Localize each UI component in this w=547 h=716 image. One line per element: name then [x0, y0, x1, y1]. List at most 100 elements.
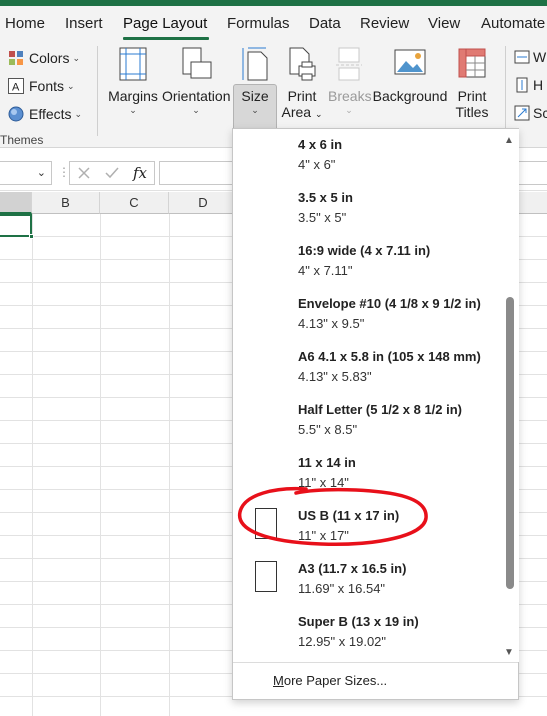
paper-size-dims: 5.5" x 8.5" [298, 422, 358, 437]
column-header-b[interactable]: B [32, 192, 100, 214]
orientation-button[interactable]: Orientation ⌄ [162, 46, 230, 116]
print-area-icon [289, 47, 316, 81]
margins-icon [119, 47, 147, 81]
menu-separator [233, 662, 518, 663]
themes-group-label: Themes [0, 133, 44, 147]
tab-review[interactable]: Review [360, 15, 409, 32]
page-breaks-icon [336, 47, 362, 81]
tab-data[interactable]: Data [309, 15, 341, 32]
scroll-up-arrow-icon[interactable]: ▲ [504, 135, 514, 146]
print-titles-label-1: Print [457, 88, 487, 104]
insert-function-button[interactable]: fx [133, 164, 147, 182]
more-paper-sizes-item[interactable]: More Paper Sizes... [273, 673, 387, 688]
column-header-c[interactable]: C [100, 192, 169, 214]
tab-insert[interactable]: Insert [65, 15, 103, 32]
paper-size-item[interactable]: Half Letter (5 1/2 x 8 1/2 in) 5.5" x 8.… [233, 394, 503, 447]
width-icon [514, 50, 530, 64]
margins-label: Margins [108, 88, 158, 104]
size-label: Size [241, 88, 269, 104]
active-cell[interactable] [0, 214, 34, 239]
enter-check-icon[interactable] [105, 166, 119, 180]
theme-effects-button[interactable]: Effects ⌄ [8, 103, 82, 125]
height-label: H [533, 77, 544, 93]
theme-fonts-label: Fonts [29, 78, 65, 94]
print-titles-button[interactable]: Print Titles [452, 46, 492, 120]
breaks-button[interactable]: Breaks ⌄ [328, 46, 372, 116]
fonts-icon: A [8, 78, 24, 94]
name-box[interactable]: ⌄ [0, 161, 52, 185]
paper-size-title: Envelope #10 (4 1/8 x 9 1/2 in) [298, 296, 481, 311]
height-button[interactable]: H [513, 74, 543, 96]
scale-label: Sc [533, 105, 547, 121]
paper-size-title: 11 x 14 in [298, 455, 356, 470]
group-separator [97, 46, 98, 136]
paper-size-dims: 4.13" x 9.5" [298, 316, 365, 331]
formula-tools: fx [69, 161, 155, 185]
tab-automate[interactable]: Automate [481, 15, 545, 32]
background-image-icon [394, 49, 426, 75]
tab-formulas[interactable]: Formulas [227, 15, 290, 32]
colors-icon [8, 50, 24, 66]
drag-handle-icon[interactable]: ⋮ [58, 165, 70, 179]
column-header-d[interactable]: D [169, 192, 238, 214]
chevron-down-icon: ⌄ [192, 105, 200, 115]
print-titles-icon [458, 48, 486, 78]
group-separator [505, 46, 506, 136]
paper-size-title: 16:9 wide (4 x 7.11 in) [298, 243, 431, 258]
print-area-label-1: Print [287, 88, 317, 104]
tab-home[interactable]: Home [5, 15, 45, 32]
print-titles-label-2: Titles [455, 104, 489, 120]
orientation-icon [182, 47, 212, 79]
scale-icon [514, 105, 530, 121]
theme-fonts-button[interactable]: A Fonts ⌄ [8, 75, 75, 97]
size-button[interactable]: Size ⌄ [234, 46, 276, 116]
cancel-icon[interactable] [77, 166, 91, 180]
svg-text:A: A [12, 82, 20, 94]
paper-size-title: A3 (11.7 x 16.5 in) [298, 561, 407, 576]
theme-colors-button[interactable]: Colors ⌄ [8, 47, 80, 69]
paper-size-dims: 12.95" x 19.02" [298, 634, 387, 649]
scale-button[interactable]: Sc [513, 102, 547, 124]
paper-size-dims: 4.13" x 5.83" [298, 369, 372, 384]
print-area-label-2: Area ⌄ [281, 104, 323, 120]
more-paper-sizes-accesskey: M [273, 673, 284, 688]
paper-size-item[interactable]: Super B (13 x 19 in) 12.95" x 19.02" [233, 606, 503, 659]
theme-effects-label: Effects [29, 106, 72, 122]
red-circle-annotation [237, 486, 428, 547]
scroll-down-arrow-icon[interactable]: ▼ [504, 647, 514, 658]
paper-size-item[interactable]: 16:9 wide (4 x 7.11 in) 4" x 7.11" [233, 235, 503, 288]
chevron-down-icon: ⌄ [129, 105, 137, 115]
gridline [169, 214, 170, 716]
paper-size-title: A6 4.1 x 5.8 in (105 x 148 mm) [298, 349, 481, 364]
paper-size-menu: 4 x 6 in 4" x 6" 3.5 x 5 in 3.5" x 5" 16… [232, 128, 519, 700]
chevron-down-icon[interactable]: ⌄ [37, 166, 46, 179]
paper-size-item[interactable]: 3.5 x 5 in 3.5" x 5" [233, 182, 503, 235]
paper-size-title: 3.5 x 5 in [298, 190, 353, 205]
paper-size-item[interactable]: 4 x 6 in 4" x 6" [233, 129, 503, 182]
scrollbar-thumb[interactable] [506, 297, 514, 589]
paper-size-item[interactable]: Envelope #10 (4 1/8 x 9 1/2 in) 4.13" x … [233, 288, 503, 341]
paper-size-item[interactable]: A6 4.1 x 5.8 in (105 x 148 mm) 4.13" x 5… [233, 341, 503, 394]
chevron-down-icon: ⌄ [74, 108, 83, 119]
paper-size-title: Half Letter (5 1/2 x 8 1/2 in) [298, 402, 463, 417]
theme-colors-label: Colors [29, 50, 70, 66]
tab-view[interactable]: View [428, 15, 460, 32]
column-header-a[interactable] [0, 192, 32, 214]
height-icon [516, 77, 528, 93]
fill-handle[interactable] [29, 234, 34, 239]
orientation-label: Orientation [162, 88, 231, 104]
tab-page-layout[interactable]: Page Layout [123, 15, 207, 32]
paper-size-dims: 3.5" x 5" [298, 210, 347, 225]
chevron-down-icon: ⌄ [67, 80, 75, 91]
paper-size-dims: 4" x 6" [298, 157, 336, 172]
paper-size-title: 4 x 6 in [298, 137, 343, 152]
more-paper-sizes-label: ore Paper Sizes... [283, 673, 388, 688]
paper-size-item[interactable]: A3 (11.7 x 16.5 in) 11.69" x 16.54" [233, 553, 503, 606]
background-button[interactable]: Background [372, 46, 448, 104]
width-button[interactable]: W [513, 46, 546, 68]
margins-button[interactable]: Margins ⌄ [108, 46, 158, 116]
gridline [100, 214, 101, 716]
chevron-down-icon: ⌄ [345, 105, 353, 115]
breaks-label: Breaks [328, 88, 372, 104]
print-area-button[interactable]: Print Area ⌄ [280, 46, 324, 122]
